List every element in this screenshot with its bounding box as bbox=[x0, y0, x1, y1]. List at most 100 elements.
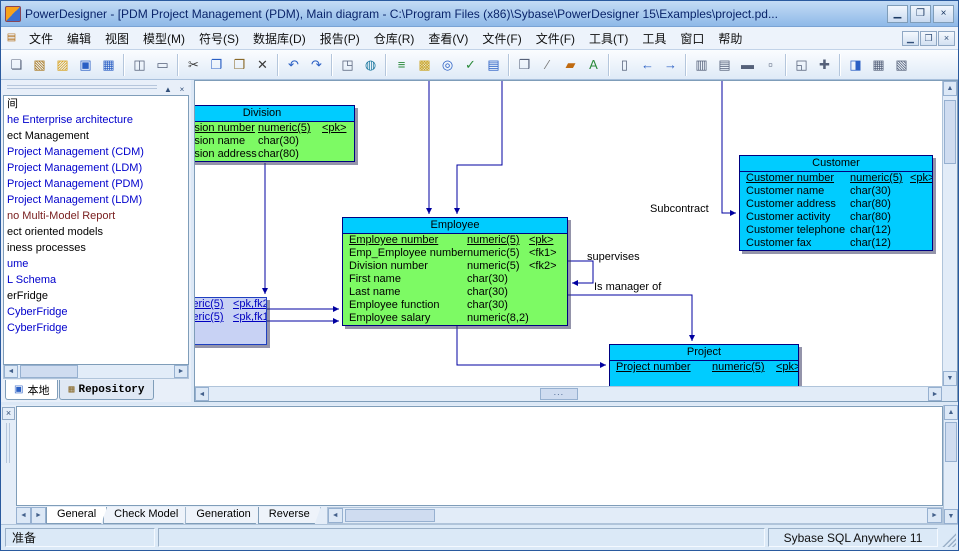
tree-item-11[interactable]: L Schema bbox=[4, 272, 188, 288]
resize-grip[interactable] bbox=[941, 528, 956, 547]
scroll-left-button[interactable]: ◄ bbox=[4, 365, 18, 378]
close-panel-button[interactable]: × bbox=[175, 83, 189, 96]
menu-item-3[interactable]: 模型(M) bbox=[136, 27, 192, 50]
scroll-thumb[interactable] bbox=[345, 509, 435, 522]
output-tab-general[interactable]: General bbox=[46, 507, 107, 524]
menu-item-0[interactable]: 文件 bbox=[22, 27, 60, 50]
panel-grip[interactable] bbox=[7, 85, 157, 90]
browser-toggle-button[interactable]: ▥ bbox=[690, 54, 713, 76]
add-object-button[interactable]: ▩ bbox=[413, 54, 436, 76]
result-list-button[interactable]: ▤ bbox=[713, 54, 736, 76]
model-document-icon[interactable]: ▤ bbox=[4, 31, 19, 45]
scroll-thumb[interactable] bbox=[944, 100, 956, 164]
show-symbols-button[interactable]: ◨ bbox=[844, 54, 867, 76]
table-division[interactable]: DivisionDivision numbernumeric(5)<pk>Div… bbox=[195, 105, 355, 162]
table-customer[interactable]: CustomerCustomer numbernumeric(5)<pk>Cus… bbox=[739, 155, 933, 251]
delete-button[interactable]: ✕ bbox=[251, 54, 274, 76]
check-model-button[interactable]: ✓ bbox=[459, 54, 482, 76]
tree-item-1[interactable]: he Enterprise architecture bbox=[4, 112, 188, 128]
relationship-label-is-manager-of[interactable]: Is manager of bbox=[594, 281, 661, 293]
tabs-scroll-right-button[interactable]: ► bbox=[31, 507, 46, 524]
save-all-button[interactable]: ▦ bbox=[97, 54, 120, 76]
diagram-vscrollbar[interactable]: ▲ ▼ bbox=[942, 81, 957, 386]
save-button[interactable]: ▣ bbox=[74, 54, 97, 76]
output-tab-check-model[interactable]: Check Model bbox=[103, 507, 189, 524]
model-report-button[interactable]: ▤ bbox=[482, 54, 505, 76]
line-tool-button[interactable]: ∕ bbox=[536, 54, 559, 76]
new-button[interactable]: ❏ bbox=[5, 54, 28, 76]
diagram-viewport[interactable]: DivisionDivision numbernumeric(5)<pk>Div… bbox=[195, 81, 942, 386]
tree-item-9[interactable]: iness processes bbox=[4, 240, 188, 256]
table-project[interactable]: ProjectProject numbernumeric(5)<pk> bbox=[609, 344, 799, 386]
cut-button[interactable]: ✂ bbox=[182, 54, 205, 76]
menu-item-9[interactable]: 文件(F) bbox=[475, 27, 528, 50]
menu-item-11[interactable]: 工具(T) bbox=[582, 27, 635, 50]
print-preview-button[interactable]: ◫ bbox=[128, 54, 151, 76]
next-diagram-button[interactable]: → bbox=[659, 54, 682, 76]
menu-item-13[interactable]: 窗口 bbox=[673, 27, 711, 50]
cascade-windows-button[interactable]: ▧ bbox=[890, 54, 913, 76]
print-button[interactable]: ▭ bbox=[151, 54, 174, 76]
pan-button[interactable]: ✚ bbox=[813, 54, 836, 76]
output-toggle-button[interactable]: ▬ bbox=[736, 54, 759, 76]
output-grip[interactable] bbox=[6, 423, 11, 463]
menu-item-6[interactable]: 报告(P) bbox=[313, 27, 367, 50]
open-button[interactable]: ▨ bbox=[51, 54, 74, 76]
tree-item-8[interactable]: ect oriented models bbox=[4, 224, 188, 240]
scroll-up-button[interactable]: ▲ bbox=[943, 81, 957, 96]
tree-item-2[interactable]: ect Management bbox=[4, 128, 188, 144]
autohide-panel-button[interactable]: ▲ bbox=[161, 83, 175, 96]
scroll-track[interactable] bbox=[18, 365, 174, 378]
mdi-minimize-button[interactable]: ▁ bbox=[902, 31, 919, 46]
tree-item-12[interactable]: erFridge bbox=[4, 288, 188, 304]
tile-windows-button[interactable]: ▦ bbox=[867, 54, 890, 76]
palette-toggle-button[interactable]: ▫ bbox=[759, 54, 782, 76]
browser-tab-local[interactable]: ▣本地 bbox=[5, 380, 58, 400]
generate-database-button[interactable]: ❒ bbox=[513, 54, 536, 76]
menu-item-1[interactable]: 编辑 bbox=[60, 27, 98, 50]
scroll-thumb[interactable] bbox=[20, 365, 78, 378]
menu-item-8[interactable]: 查看(V) bbox=[421, 27, 475, 50]
scroll-left-button[interactable]: ◄ bbox=[195, 387, 209, 401]
tree-item-3[interactable]: Project Management (CDM) bbox=[4, 144, 188, 160]
previous-diagram-button[interactable]: ← bbox=[636, 54, 659, 76]
undo-button[interactable]: ↶ bbox=[282, 54, 305, 76]
tree-item-6[interactable]: Project Management (LDM) bbox=[4, 192, 188, 208]
redo-button[interactable]: ↷ bbox=[305, 54, 328, 76]
find-objects-button[interactable]: ◎ bbox=[436, 54, 459, 76]
scroll-track[interactable] bbox=[343, 508, 927, 523]
scroll-track[interactable]: ∙∙∙ bbox=[209, 387, 928, 401]
output-tab-generation[interactable]: Generation bbox=[185, 507, 261, 524]
menu-item-4[interactable]: 符号(S) bbox=[192, 27, 246, 50]
tree-item-0[interactable]: 间 bbox=[4, 96, 188, 112]
object-list-button[interactable]: ≡ bbox=[390, 54, 413, 76]
copy-button[interactable]: ❐ bbox=[205, 54, 228, 76]
close-output-button[interactable]: × bbox=[2, 407, 15, 420]
tree-item-14[interactable]: CyberFridge bbox=[4, 320, 188, 336]
menu-item-2[interactable]: 视图 bbox=[98, 27, 136, 50]
open-workspace-button[interactable]: ▧ bbox=[28, 54, 51, 76]
tree-item-7[interactable]: no Multi-Model Report bbox=[4, 208, 188, 224]
menu-item-12[interactable]: 工具 bbox=[635, 27, 673, 50]
maximize-button[interactable]: ❐ bbox=[910, 5, 931, 23]
mdi-close-button[interactable]: × bbox=[938, 31, 955, 46]
close-button[interactable]: × bbox=[933, 5, 954, 23]
tree-item-13[interactable]: CyberFridge bbox=[4, 304, 188, 320]
table-member-clipped[interactable]: numeric(5)<pk,fk2>numeric(5)<pk,fk1> bbox=[195, 297, 267, 345]
parent-diagram-button[interactable]: ▯ bbox=[613, 54, 636, 76]
mdi-restore-button[interactable]: ❐ bbox=[920, 31, 937, 46]
scroll-up-button[interactable]: ▲ bbox=[944, 405, 958, 420]
relationship-label-supervises[interactable]: supervises bbox=[587, 251, 640, 263]
scroll-right-button[interactable]: ► bbox=[174, 365, 188, 378]
browser-tab-repository[interactable]: ▦Repository bbox=[59, 380, 153, 400]
output-tab-reverse[interactable]: Reverse bbox=[258, 507, 321, 524]
scroll-down-button[interactable]: ▼ bbox=[944, 509, 958, 524]
scroll-left-button[interactable]: ◄ bbox=[328, 508, 343, 523]
relationship-label-subcontract[interactable]: Subcontract bbox=[650, 203, 709, 215]
web-publish-button[interactable]: ◍ bbox=[359, 54, 382, 76]
menu-item-7[interactable]: 仓库(R) bbox=[367, 27, 422, 50]
browser-hscrollbar[interactable]: ◄ ► bbox=[3, 365, 189, 379]
tabs-scroll-left-button[interactable]: ◄ bbox=[16, 507, 31, 524]
diagram-hscrollbar[interactable]: ◄ ∙∙∙ ► bbox=[195, 386, 942, 401]
font-button[interactable]: A bbox=[582, 54, 605, 76]
